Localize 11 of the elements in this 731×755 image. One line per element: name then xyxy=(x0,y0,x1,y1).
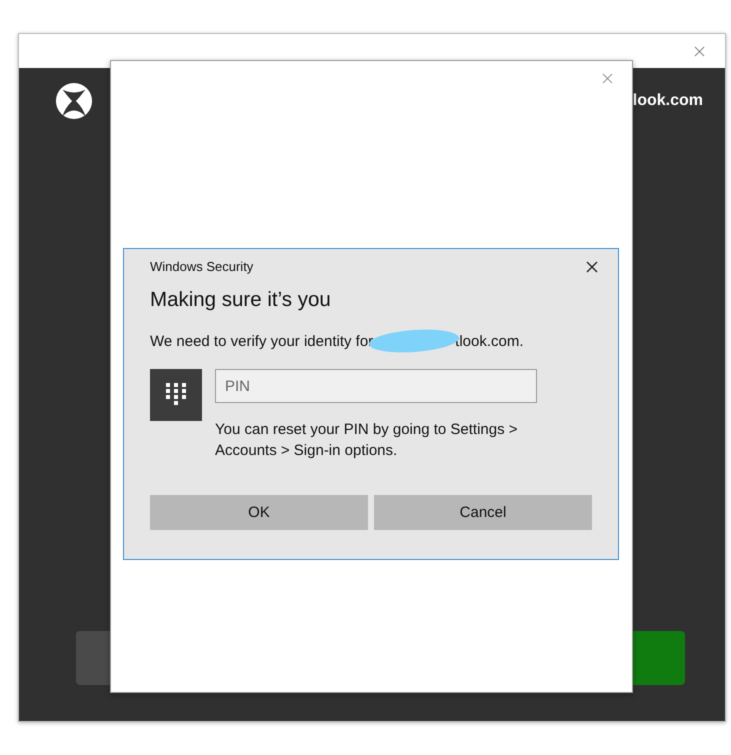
close-icon[interactable] xyxy=(586,260,598,272)
dialog-title: Windows Security xyxy=(150,259,254,274)
account-email: look.com xyxy=(632,92,703,110)
pin-field[interactable]: PIN xyxy=(215,369,537,403)
message-text: tlook.com. xyxy=(455,332,524,350)
dialog-button[interactable]: Cancel xyxy=(374,495,592,530)
help-text: You can reset your PIN by going to Settings > Accounts > Sign-in options. xyxy=(215,420,519,461)
keypad-icon xyxy=(150,369,202,421)
sphere-logo-icon xyxy=(55,82,93,120)
dialog-button[interactable]: OK xyxy=(150,495,368,530)
dialog-heading: Making sure it’s you xyxy=(150,288,332,312)
